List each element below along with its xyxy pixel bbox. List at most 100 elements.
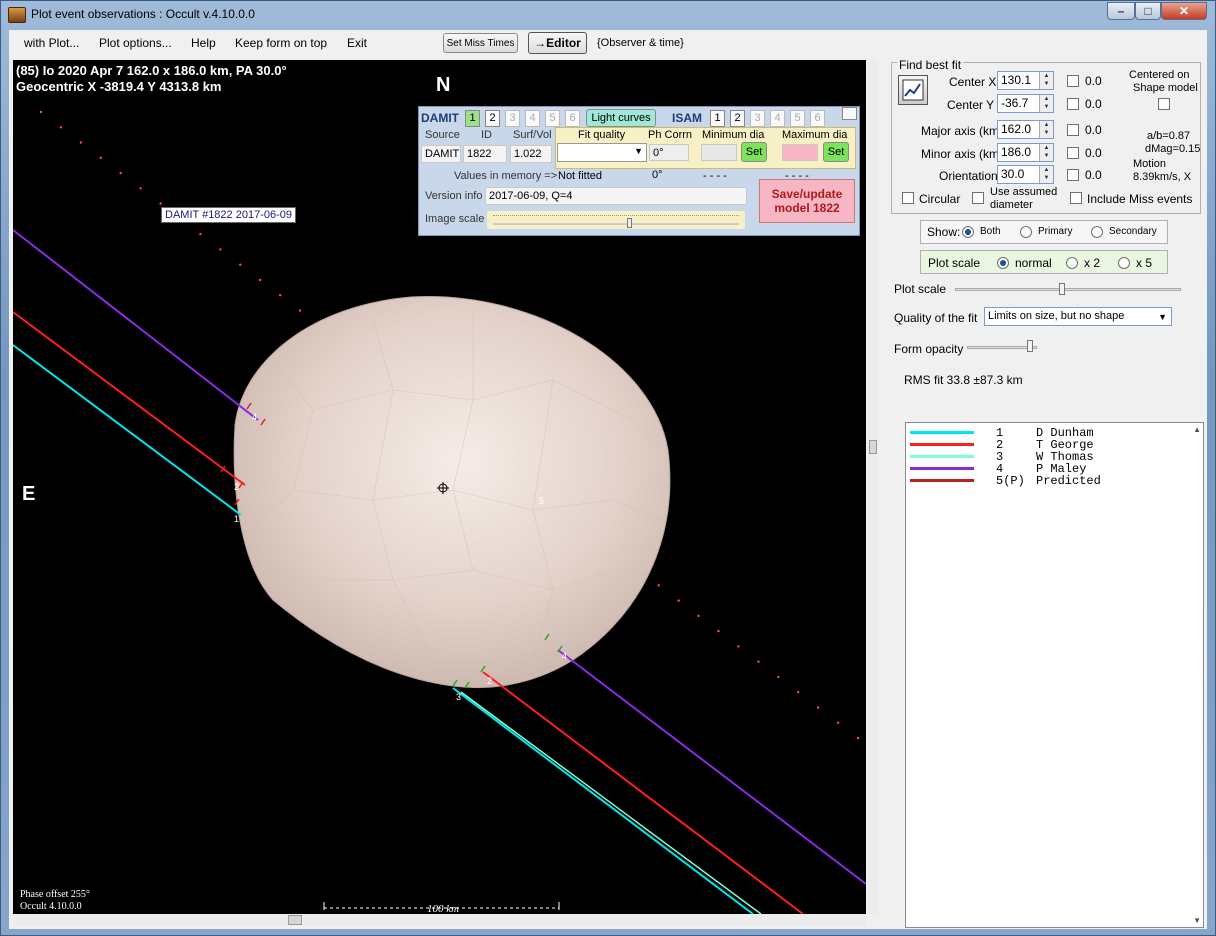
id-col-label: ID <box>481 129 492 141</box>
min-dia-label: Minimum dia <box>702 129 765 141</box>
image-scale-slider[interactable] <box>487 211 745 229</box>
include-miss-events-label: Include Miss events <box>1087 192 1193 206</box>
chord-2-line-upper <box>13 311 246 486</box>
circular-checkbox[interactable] <box>902 192 914 204</box>
collapse-panel-button[interactable] <box>842 107 857 120</box>
centered-on-shape-checkbox[interactable] <box>1158 98 1170 110</box>
predicted-path-dot <box>199 232 202 236</box>
menu-bar: with Plot... Plot options... Help Keep f… <box>9 30 869 56</box>
isam-model-1-button[interactable]: 1 <box>710 110 725 127</box>
plot-vertical-scrollbar[interactable] <box>868 60 878 914</box>
save-update-model-button[interactable]: Save/update model 1822 <box>759 179 855 223</box>
predicted-path-dot <box>219 248 222 251</box>
title-bar: Plot event observations : Occult v.4.10.… <box>1 1 1215 29</box>
close-button[interactable]: ✕ <box>1161 2 1207 20</box>
damit-model-6-button[interactable]: 6 <box>565 110 580 127</box>
damit-model-2-button[interactable]: 2 <box>485 110 500 127</box>
set-max-dia-button[interactable]: Set <box>823 142 849 162</box>
light-curves-button[interactable]: Light curves <box>586 109 656 127</box>
plot-canvas[interactable]: 4 2 1 4 2 3 5 (85) Io 2020 Apr 7 162.0 x… <box>13 60 866 914</box>
maximize-button[interactable]: □ <box>1135 2 1161 20</box>
chord-label-4-lower: 4 <box>562 651 567 661</box>
damit-model-1-button[interactable]: 1 <box>465 110 480 127</box>
set-miss-times-button[interactable]: Set Miss Times <box>443 33 518 53</box>
orientation-checkbox[interactable] <box>1067 169 1079 181</box>
menu-with-plot[interactable]: with Plot... <box>24 36 79 50</box>
show-label: Show: <box>927 225 961 239</box>
center-x-input[interactable]: 130.1 ▲ ▼ <box>997 71 1054 90</box>
menu-exit[interactable]: Exit <box>347 36 367 50</box>
plot-scale-thumb[interactable] <box>1059 283 1065 295</box>
show-secondary-label: Secondary <box>1109 226 1157 237</box>
image-scale-thumb[interactable] <box>627 218 632 228</box>
isam-model-3-button[interactable]: 3 <box>750 110 765 127</box>
spin-arrows-icon: ▲ ▼ <box>1039 166 1053 183</box>
isam-model-6-button[interactable]: 6 <box>810 110 825 127</box>
center-y-label: Center Y <box>947 98 995 112</box>
chord-3-line-lower <box>460 691 762 914</box>
chord-1-line-lower <box>452 687 754 914</box>
scroll-up-icon[interactable]: ▲ <box>1193 425 1201 434</box>
damit-model-5-button[interactable]: 5 <box>545 110 560 127</box>
use-assumed-diameter-checkbox[interactable] <box>972 192 984 204</box>
scale-x5-radio[interactable] <box>1118 257 1130 269</box>
minor-axis-input[interactable]: 186.0 ▲ ▼ <box>997 143 1054 162</box>
observer-legend: 1D Dunham 2T George 3W Thomas 4P Maley 5… <box>905 422 1204 928</box>
not-fitted-label: Not fitted <box>558 170 603 182</box>
vertical-scroll-thumb[interactable] <box>869 440 877 454</box>
plot-scale-slider-label: Plot scale <box>894 282 947 296</box>
isam-model-4-button[interactable]: 4 <box>770 110 785 127</box>
menu-plot-options[interactable]: Plot options... <box>99 36 172 50</box>
minimize-button[interactable]: – <box>1107 2 1135 20</box>
chevron-down-icon: ▼ <box>1158 312 1167 322</box>
find-best-fit-button[interactable] <box>898 75 928 105</box>
min-dia-memory: - - - - <box>703 170 727 182</box>
minor-axis-checkbox[interactable] <box>1067 147 1079 159</box>
fit-quality-dropdown[interactable]: ▼ <box>557 143 647 162</box>
show-both-radio[interactable] <box>962 226 974 238</box>
center-y-input[interactable]: -36.7 ▲ ▼ <box>997 94 1054 113</box>
center-y-checkbox[interactable] <box>1067 98 1079 110</box>
fit-quality-label: Fit quality <box>578 129 626 141</box>
major-axis-zero: 0.0 <box>1085 123 1102 137</box>
include-miss-events-checkbox[interactable] <box>1070 192 1082 204</box>
version-info-label: Version info <box>425 190 483 202</box>
predicted-path-dot <box>39 110 43 114</box>
scale-x2-radio[interactable] <box>1066 257 1078 269</box>
set-min-dia-button[interactable]: Set <box>741 142 767 162</box>
form-opacity-thumb[interactable] <box>1027 340 1033 352</box>
spin-arrows-icon: ▲ ▼ <box>1039 72 1053 89</box>
find-best-fit-label: Find best fit <box>897 58 964 72</box>
major-axis-input[interactable]: 162.0 ▲ ▼ <box>997 120 1054 139</box>
center-x-checkbox[interactable] <box>1067 75 1079 87</box>
isam-model-2-button[interactable]: 2 <box>730 110 745 127</box>
chord-4-line-lower <box>557 649 866 885</box>
major-axis-checkbox[interactable] <box>1067 124 1079 136</box>
editor-button[interactable]: →Editor <box>528 32 587 54</box>
predicted-path-dot <box>816 706 820 709</box>
menu-help[interactable]: Help <box>191 36 216 50</box>
scale-normal-radio[interactable] <box>997 257 1009 269</box>
predicted-path-dot <box>797 691 800 694</box>
plot-scale-slider[interactable] <box>955 288 1181 291</box>
damit-model-3-button[interactable]: 3 <box>505 110 520 127</box>
show-primary-radio[interactable] <box>1020 226 1032 238</box>
orientation-input[interactable]: 30.0 ▲ ▼ <box>997 165 1054 184</box>
max-dia-label: Maximum dia <box>782 129 848 141</box>
predicted-path-dot <box>757 660 760 663</box>
legend-swatch <box>910 479 974 483</box>
isam-model-5-button[interactable]: 5 <box>790 110 805 127</box>
version-info-value: 2017-06-09, Q=4 <box>485 187 747 205</box>
motion-value: 8.39km/s, X <box>1133 171 1192 183</box>
damit-model-4-button[interactable]: 4 <box>525 110 540 127</box>
surfvol-value: 1.022 <box>510 145 552 163</box>
horizontal-scroll-thumb[interactable] <box>288 915 302 925</box>
major-axis-label: Major axis (km) <box>921 124 1004 138</box>
orientation-zero: 0.0 <box>1085 168 1102 182</box>
quality-of-fit-dropdown[interactable]: Limits on size, but no shape ▼ <box>984 307 1172 326</box>
menu-keep-on-top[interactable]: Keep form on top <box>235 36 327 50</box>
damit-label: DAMIT <box>421 111 459 125</box>
plot-horizontal-scrollbar[interactable] <box>13 914 866 926</box>
show-secondary-radio[interactable] <box>1091 226 1103 238</box>
scroll-down-icon[interactable]: ▼ <box>1193 916 1201 925</box>
